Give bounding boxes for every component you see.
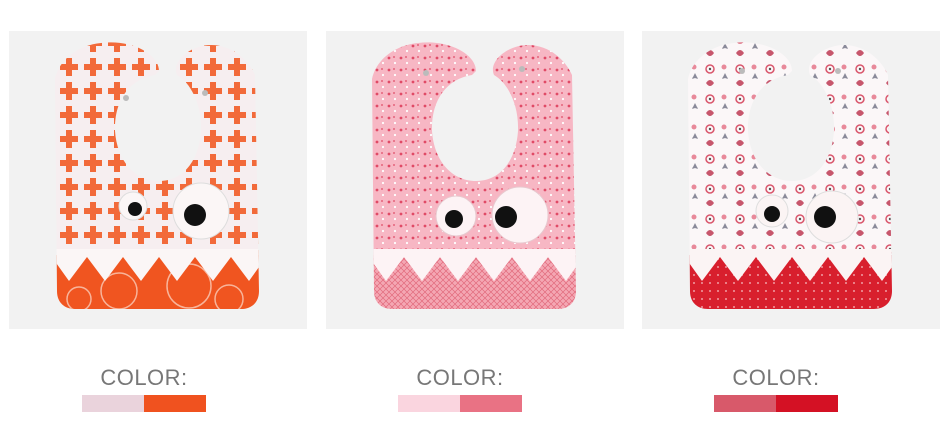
- product-image-floral-bib[interactable]: [642, 31, 940, 329]
- product-image-pink-bib[interactable]: [326, 31, 624, 329]
- product-image-orange-bib[interactable]: [9, 31, 307, 329]
- color-swatch[interactable]: [714, 395, 776, 412]
- color-swatch[interactable]: [776, 395, 838, 412]
- color-swatch[interactable]: [144, 395, 206, 412]
- color-label: COLOR:: [732, 365, 820, 390]
- color-swatch[interactable]: [82, 395, 144, 412]
- bib-illustration: [372, 42, 576, 309]
- color-label: COLOR:: [100, 365, 188, 390]
- color-swatches: [714, 395, 838, 412]
- color-swatch[interactable]: [398, 395, 460, 412]
- color-swatches: [398, 395, 522, 412]
- bib-illustration: [55, 42, 259, 309]
- color-swatches: [82, 395, 206, 412]
- color-label: COLOR:: [416, 365, 504, 390]
- color-swatch[interactable]: [460, 395, 522, 412]
- bib-illustration: [688, 42, 892, 309]
